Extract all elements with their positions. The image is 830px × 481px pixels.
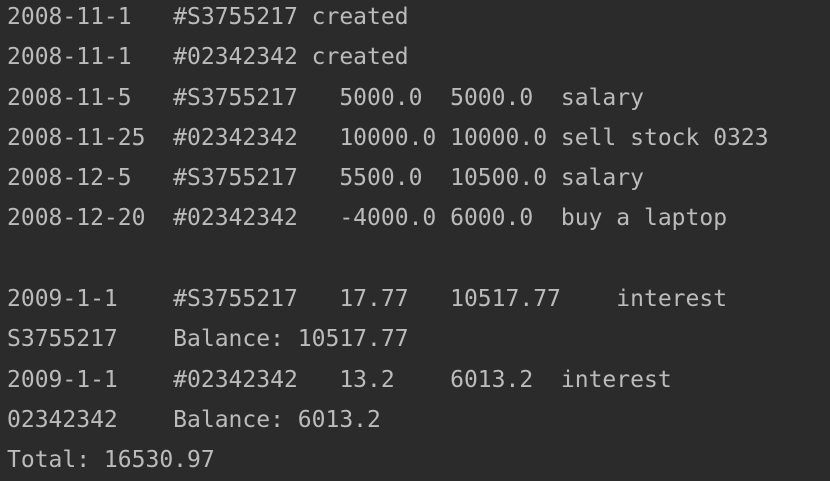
console-line: 2008-11-5 #S3755217 5000.0 5000.0 salary <box>7 85 644 111</box>
console-output[interactable]: 2008-11-1 #S3755217 created 2008-11-1 #0… <box>0 0 830 481</box>
console-line: 2008-12-20 #02342342 -4000.0 6000.0 buy … <box>7 205 728 231</box>
console-line: S3755217 Balance: 10517.77 <box>7 326 409 352</box>
console-line: Total: 16530.97 <box>7 447 215 473</box>
console-line: 2008-11-1 #S3755217 created <box>7 4 409 30</box>
console-line: 02342342 Balance: 6013.2 <box>7 407 381 433</box>
console-line: 2009-1-1 #S3755217 17.77 10517.77 intere… <box>7 286 728 312</box>
console-line: 2008-11-25 #02342342 10000.0 10000.0 sel… <box>7 125 769 151</box>
console-line: 2009-1-1 #02342342 13.2 6013.2 interest <box>7 367 672 393</box>
console-line: 2008-11-1 #02342342 created <box>7 44 409 70</box>
console-line: 2008-12-5 #S3755217 5500.0 10500.0 salar… <box>7 165 644 191</box>
